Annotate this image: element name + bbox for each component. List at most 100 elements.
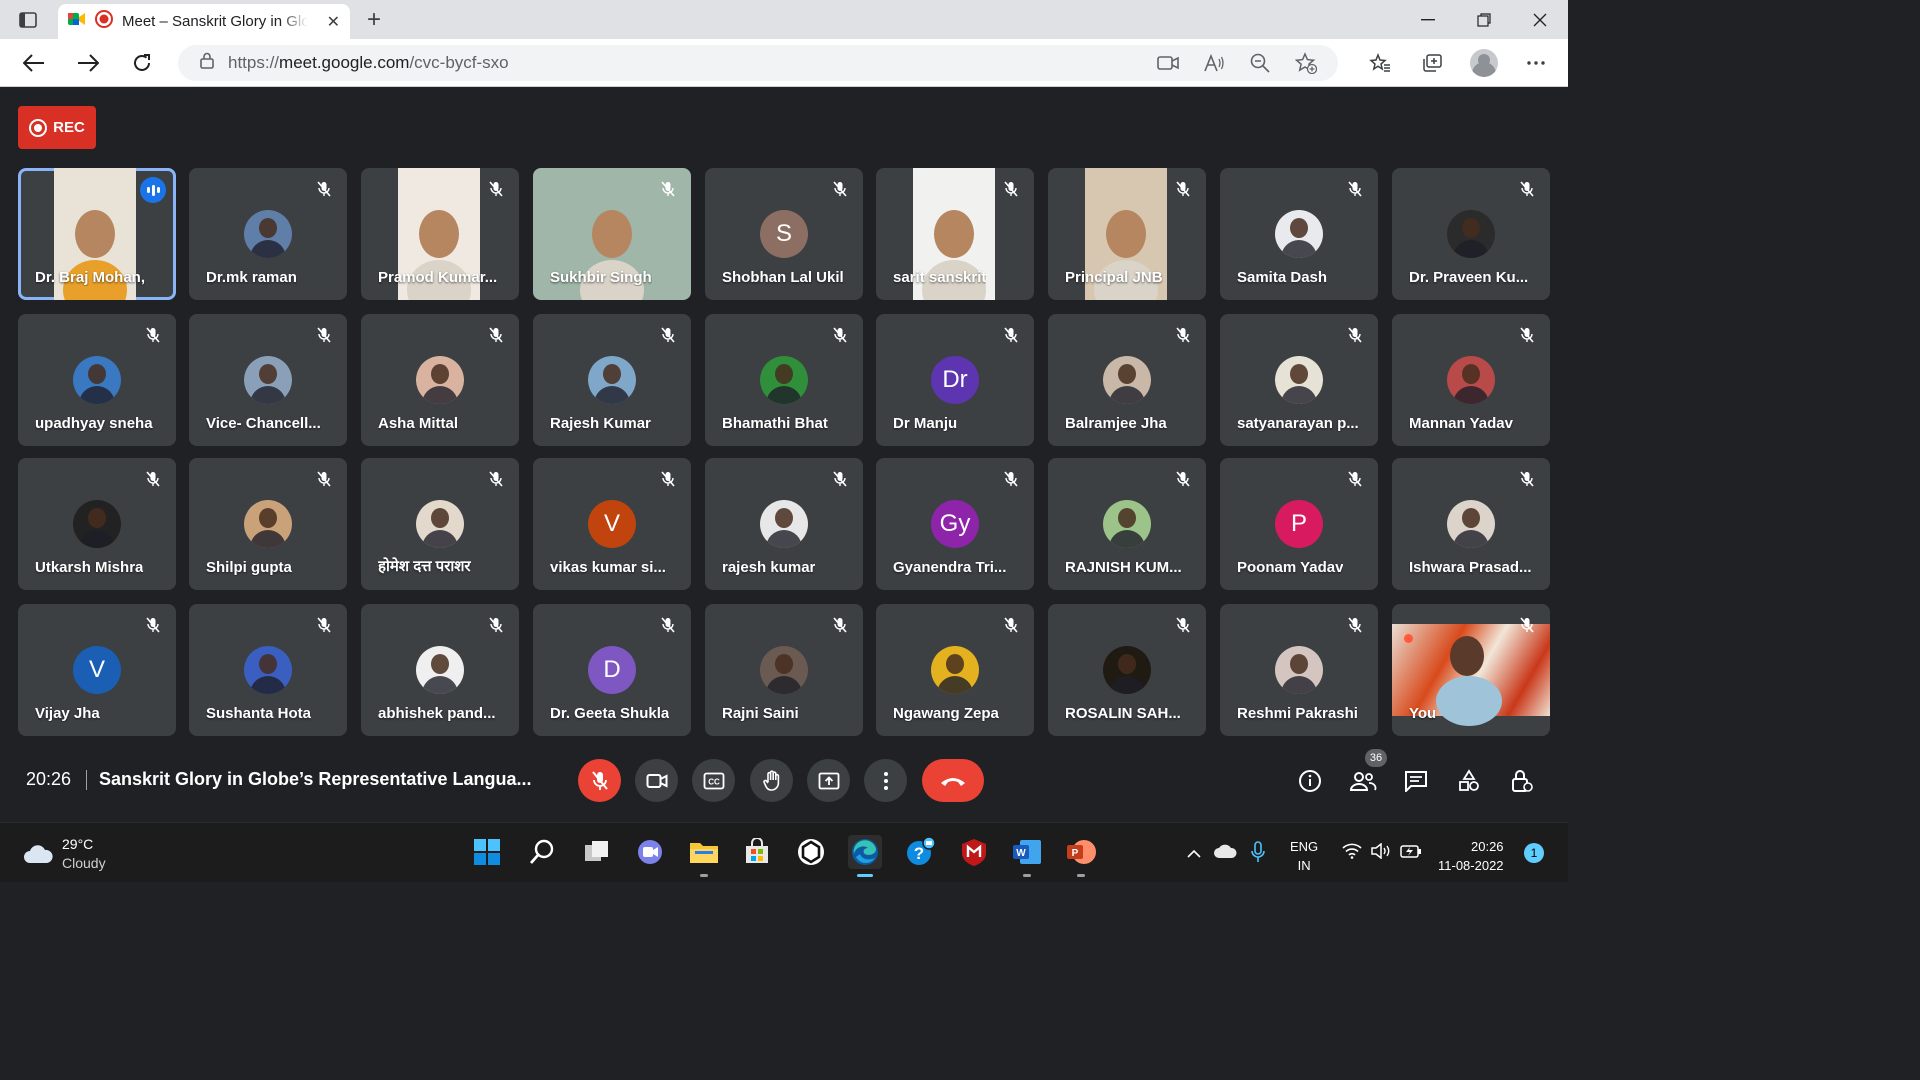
weather-widget[interactable]: 29°C Cloudy xyxy=(22,835,106,873)
file-explorer-icon[interactable] xyxy=(687,835,721,877)
participant-tile[interactable]: D Dr. Geeta Shukla xyxy=(533,604,691,736)
zoom-out-icon[interactable] xyxy=(1246,49,1274,77)
participant-tile[interactable]: Principal JNB xyxy=(1048,168,1206,300)
host-controls-button[interactable] xyxy=(1506,765,1538,797)
participant-tile[interactable]: Ngawang Zepa xyxy=(876,604,1034,736)
participant-tile[interactable]: Reshmi Pakrashi xyxy=(1220,604,1378,736)
participant-tile[interactable]: Sushanta Hota xyxy=(189,604,347,736)
camera-in-use-icon[interactable] xyxy=(1154,49,1182,77)
chat-button[interactable] xyxy=(1400,765,1432,797)
participant-tile[interactable]: Ishwara Prasad... xyxy=(1392,458,1550,590)
show-hidden-icons-chevron-icon[interactable] xyxy=(1186,845,1202,864)
chatgpt-style-app-icon[interactable] xyxy=(794,835,828,869)
captions-button[interactable]: CC xyxy=(692,759,735,802)
browser-tab-meet[interactable]: Meet – Sanskrit Glory in Globe's Represe… xyxy=(58,4,350,39)
help-chat-icon[interactable]: ? xyxy=(903,835,937,869)
participant-tile[interactable]: Vice- Chancell... xyxy=(189,314,347,446)
microphone-muted-icon xyxy=(315,326,333,344)
people-button[interactable] xyxy=(1347,765,1379,797)
participant-tile[interactable]: Balramjee Jha xyxy=(1048,314,1206,446)
system-clock[interactable]: 20:26 11-08-2022 xyxy=(1438,837,1504,875)
favorites-icon[interactable] xyxy=(1366,49,1394,77)
participant-tile[interactable]: Dr. Braj Mohan, xyxy=(18,168,176,300)
read-aloud-icon[interactable] xyxy=(1200,49,1228,77)
activities-button[interactable] xyxy=(1453,765,1485,797)
participant-tile[interactable]: V Vijay Jha xyxy=(18,604,176,736)
participant-tile[interactable]: Sukhbir Singh xyxy=(533,168,691,300)
teams-chat-icon[interactable] xyxy=(633,835,667,869)
participant-name: Pramod Kumar... xyxy=(378,269,498,286)
lock-icon[interactable] xyxy=(200,52,214,74)
participant-tile[interactable]: Vvikas kumar si... xyxy=(533,458,691,590)
edge-browser-icon[interactable] xyxy=(848,835,882,877)
collections-icon[interactable] xyxy=(1418,49,1446,77)
new-tab-button[interactable]: + xyxy=(360,6,388,34)
recording-badge[interactable]: REC xyxy=(18,106,96,149)
participant-tile[interactable]: Gy Gyanendra Tri... xyxy=(876,458,1034,590)
participant-tile[interactable]: P Poonam Yadav xyxy=(1220,458,1378,590)
refresh-icon[interactable] xyxy=(124,47,160,79)
participant-avatar xyxy=(1275,646,1323,694)
participant-tile[interactable]: You xyxy=(1392,604,1550,736)
add-favorite-icon[interactable] xyxy=(1292,49,1320,77)
word-icon[interactable]: W xyxy=(1010,835,1044,877)
participant-tile[interactable]: Mannan Yadav xyxy=(1392,314,1550,446)
profile-avatar[interactable] xyxy=(1470,49,1498,77)
address-bar[interactable]: https://meet.google.com/cvc-bycf-sxo xyxy=(178,45,1338,81)
present-screen-button[interactable] xyxy=(807,759,850,802)
wifi-icon[interactable] xyxy=(1342,843,1362,864)
participant-tile[interactable]: होमेश दत्त पराशर xyxy=(361,458,519,590)
svg-text:?: ? xyxy=(914,844,924,863)
rec-label: REC xyxy=(53,119,85,136)
participant-tile[interactable]: Dr. Praveen Ku... xyxy=(1392,168,1550,300)
participant-tile[interactable]: sarit sanskrit xyxy=(876,168,1034,300)
close-tab-icon[interactable]: ✕ xyxy=(327,12,340,32)
minimize-icon[interactable] xyxy=(1400,0,1456,39)
meeting-details-button[interactable] xyxy=(1294,765,1326,797)
participant-name: Dr. Braj Mohan, xyxy=(35,269,146,286)
weather-condition: Cloudy xyxy=(62,855,106,871)
more-options-icon[interactable] xyxy=(1522,49,1550,77)
participant-tile[interactable]: Dr.mk raman xyxy=(189,168,347,300)
mcafee-icon[interactable] xyxy=(957,835,991,869)
start-menu-icon[interactable] xyxy=(470,835,504,869)
onedrive-cloud-icon[interactable] xyxy=(1213,843,1237,864)
participant-tile[interactable]: Rajni Saini xyxy=(705,604,863,736)
participant-tile[interactable]: RAJNISH KUM... xyxy=(1048,458,1206,590)
restore-icon[interactable] xyxy=(1456,0,1512,39)
microsoft-store-icon[interactable] xyxy=(740,835,774,869)
participant-tile[interactable]: S Shobhan Lal Ukil xyxy=(705,168,863,300)
notification-count-badge[interactable]: 1 xyxy=(1524,843,1544,863)
forward-arrow-icon[interactable] xyxy=(70,47,106,79)
volume-icon[interactable] xyxy=(1371,842,1393,864)
tab-actions-icon[interactable] xyxy=(8,6,48,34)
participant-tile[interactable]: satyanarayan p... xyxy=(1220,314,1378,446)
participant-tile[interactable]: Shilpi gupta xyxy=(189,458,347,590)
back-arrow-icon[interactable] xyxy=(16,47,52,79)
url-text[interactable]: https://meet.google.com/cvc-bycf-sxo xyxy=(228,53,509,73)
raise-hand-button[interactable] xyxy=(750,759,793,802)
participant-tile[interactable]: Asha Mittal xyxy=(361,314,519,446)
more-options-button[interactable] xyxy=(864,759,907,802)
participant-tile[interactable]: rajesh kumar xyxy=(705,458,863,590)
participant-tile[interactable]: Utkarsh Mishra xyxy=(18,458,176,590)
participant-tile[interactable]: ROSALIN SAH... xyxy=(1048,604,1206,736)
participant-tile[interactable]: Rajesh Kumar xyxy=(533,314,691,446)
close-window-icon[interactable] xyxy=(1512,0,1568,39)
task-view-icon[interactable] xyxy=(580,835,614,869)
camera-button[interactable] xyxy=(635,759,678,802)
powerpoint-icon[interactable]: P xyxy=(1064,835,1098,877)
leave-call-button[interactable] xyxy=(922,759,984,802)
microphone-off-button[interactable] xyxy=(578,759,621,802)
captions-icon: CC xyxy=(703,772,724,789)
participant-tile[interactable]: Bhamathi Bhat xyxy=(705,314,863,446)
language-indicator[interactable]: ENG IN xyxy=(1290,837,1318,875)
participant-tile[interactable]: upadhyay sneha xyxy=(18,314,176,446)
microphone-tray-icon[interactable] xyxy=(1251,841,1265,868)
participant-tile[interactable]: Samita Dash xyxy=(1220,168,1378,300)
battery-charging-icon[interactable] xyxy=(1400,843,1422,864)
participant-tile[interactable]: Pramod Kumar... xyxy=(361,168,519,300)
search-icon[interactable] xyxy=(525,835,559,869)
participant-tile[interactable]: Dr Dr Manju xyxy=(876,314,1034,446)
participant-tile[interactable]: abhishek pand... xyxy=(361,604,519,736)
